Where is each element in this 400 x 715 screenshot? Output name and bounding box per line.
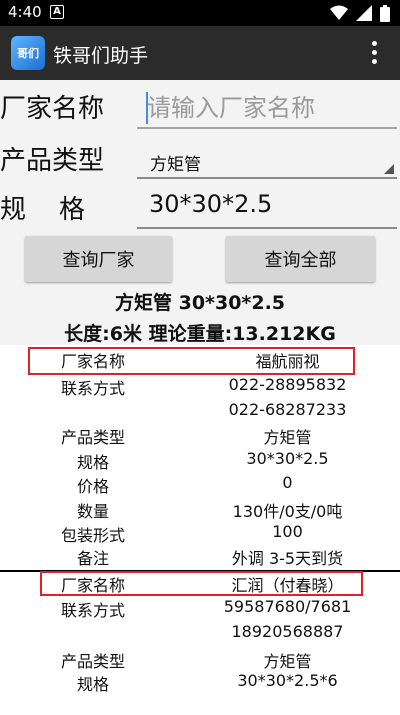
row-label: 厂家名称 bbox=[60, 352, 125, 371]
record-row: 产品类型 方矩管 bbox=[0, 424, 400, 447]
row-value: 方矩管 bbox=[263, 428, 312, 447]
row-label: 联系方式 bbox=[60, 379, 125, 398]
row-value: 汇润（付春晓） bbox=[231, 576, 344, 595]
battery-icon bbox=[380, 4, 390, 22]
product-type-underline bbox=[137, 177, 397, 179]
spec-label: 规 格 bbox=[0, 195, 86, 225]
spec-input-underline bbox=[137, 227, 397, 229]
manufacturer-input-underline bbox=[137, 127, 397, 129]
row-value: 30*30*2.5*6 bbox=[237, 671, 338, 690]
record-row: 18920568887 bbox=[0, 622, 400, 645]
record-row: 包装形式 100 bbox=[0, 522, 400, 545]
row-label: 规格 bbox=[76, 675, 109, 694]
record-row: 联系方式 59587680/7681 bbox=[0, 597, 400, 620]
record-row: 厂家名称 福航丽视 bbox=[0, 348, 400, 371]
status-bar: 4:40 A bbox=[0, 0, 400, 26]
app-bar: 哥们 铁哥们助手 bbox=[0, 26, 400, 80]
row-value: 100 bbox=[272, 522, 303, 541]
row-label: 规格 bbox=[76, 453, 109, 472]
product-summary: 方矩管 30*30*2.5 bbox=[114, 292, 286, 314]
results-list[interactable]: 厂家名称 福航丽视 联系方式 022-28895832 022-68287233 产… bbox=[0, 345, 400, 715]
record-row: 备注 外调 3-5天到货 bbox=[0, 545, 400, 568]
record-row: 规格 30*30*2.5 bbox=[0, 449, 400, 472]
row-value: 130件/0支/0吨 bbox=[232, 502, 343, 521]
overflow-menu-icon[interactable] bbox=[372, 41, 378, 67]
record-row: 联系方式 022-28895832 bbox=[0, 375, 400, 398]
wifi-icon bbox=[330, 5, 348, 20]
manufacturer-label: 厂家名称 bbox=[0, 94, 105, 124]
spec-input[interactable]: 30*30*2.5 bbox=[149, 190, 272, 218]
row-value: 18920568887 bbox=[231, 622, 344, 641]
weight-summary: 长度:6米 理论重量:13.212KG bbox=[64, 323, 336, 345]
record-row: 规格 30*30*2.5*6 bbox=[0, 671, 400, 694]
row-label: 备注 bbox=[76, 549, 109, 568]
row-label: 包装形式 bbox=[60, 526, 125, 545]
product-type-selected: 方矩管 bbox=[150, 155, 201, 175]
row-value: 022-68287233 bbox=[228, 400, 347, 419]
row-label: 数量 bbox=[76, 502, 109, 521]
status-icons bbox=[330, 4, 390, 22]
row-value: 30*30*2.5 bbox=[246, 449, 329, 468]
signal-icon bbox=[356, 5, 372, 21]
row-label: 产品类型 bbox=[60, 652, 125, 671]
status-time: 4:40 bbox=[8, 3, 42, 21]
row-value: 0 bbox=[282, 473, 293, 492]
product-type-label: 产品类型 bbox=[0, 146, 105, 176]
record-row: 数量 130件/0支/0吨 bbox=[0, 498, 400, 521]
row-label: 产品类型 bbox=[60, 428, 125, 447]
notification-icon: A bbox=[50, 5, 64, 19]
dropdown-arrow-icon bbox=[384, 164, 394, 174]
row-label: 联系方式 bbox=[60, 601, 125, 620]
text-cursor bbox=[146, 92, 148, 124]
row-value: 外调 3-5天到货 bbox=[231, 549, 344, 568]
app-logo-icon: 哥们 bbox=[11, 36, 45, 70]
row-value: 022-28895832 bbox=[228, 375, 347, 394]
query-all-button[interactable]: 查询全部 bbox=[226, 236, 375, 282]
row-label: 厂家名称 bbox=[60, 576, 125, 595]
row-value: 福航丽视 bbox=[255, 352, 320, 371]
row-value: 59587680/7681 bbox=[223, 597, 352, 616]
row-value: 方矩管 bbox=[263, 652, 312, 671]
record-row: 厂家名称 汇润（付春晓） bbox=[0, 572, 400, 595]
record-row: 价格 0 bbox=[0, 473, 400, 496]
row-label: 价格 bbox=[76, 477, 109, 496]
app-logo-text: 哥们 bbox=[17, 47, 39, 60]
manufacturer-input[interactable] bbox=[147, 88, 392, 128]
query-manufacturer-button[interactable]: 查询厂家 bbox=[25, 236, 172, 282]
app-title: 铁哥们助手 bbox=[53, 45, 149, 67]
record-row: 产品类型 方矩管 bbox=[0, 648, 400, 671]
record-row: 022-68287233 bbox=[0, 400, 400, 423]
